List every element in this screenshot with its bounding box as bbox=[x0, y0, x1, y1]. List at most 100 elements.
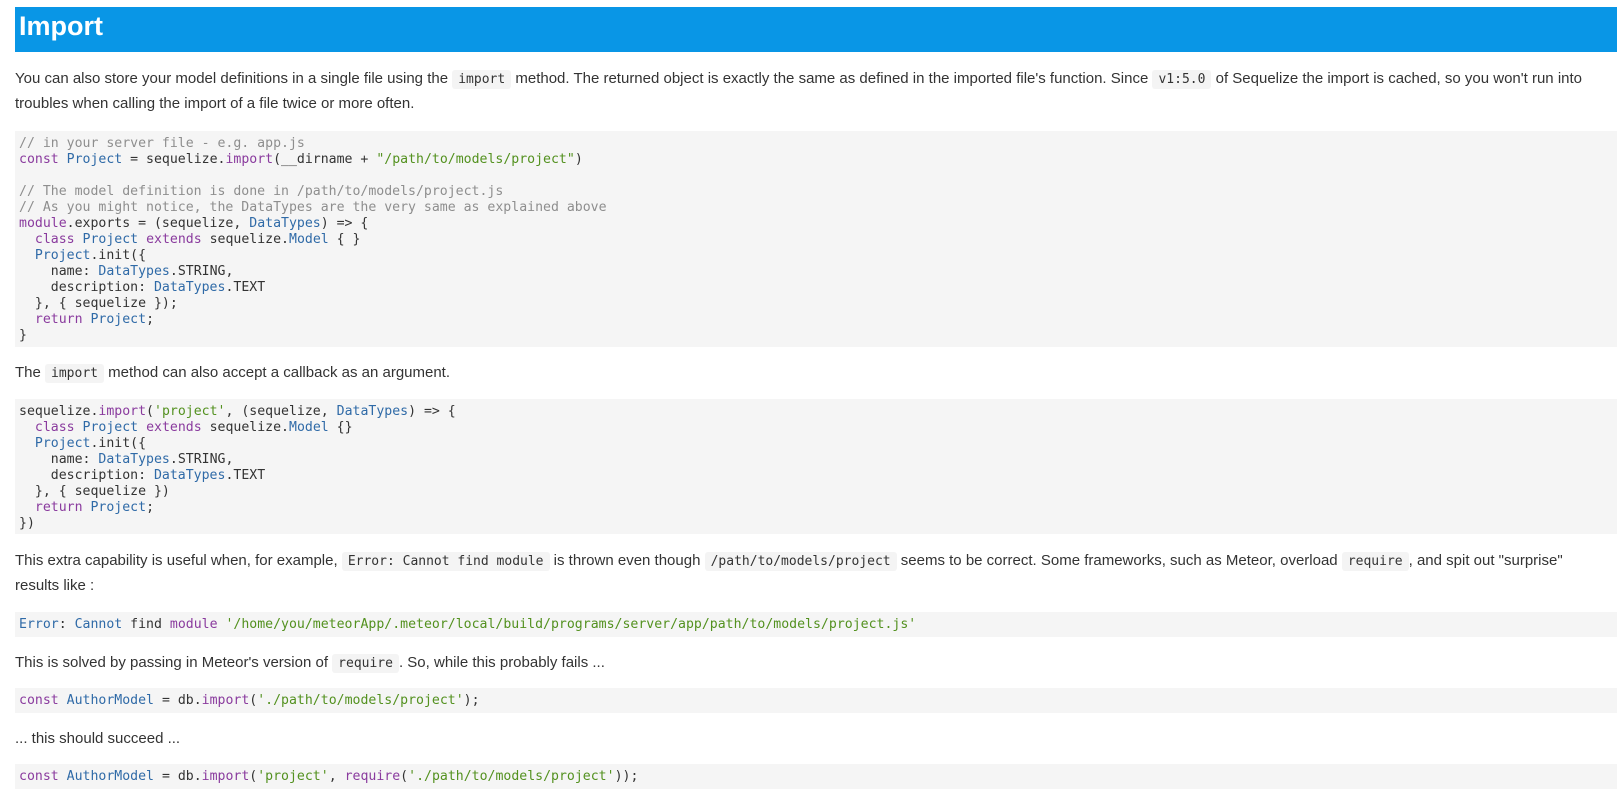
code-token: DataTypes bbox=[98, 264, 170, 279]
inline-code-import: import bbox=[45, 364, 104, 383]
code-token: return bbox=[34, 500, 83, 515]
text: method can also accept a callback as an … bbox=[103, 364, 451, 381]
code-token: (__dirname + bbox=[273, 152, 377, 167]
code-content: const AuthorModel = db.import('./path/to… bbox=[19, 693, 1613, 709]
code-token: ; bbox=[146, 500, 155, 515]
code-block-fails[interactable]: const AuthorModel = db.import('./path/to… bbox=[15, 688, 1617, 713]
code-token: extends bbox=[146, 232, 202, 247]
code-token: const bbox=[19, 769, 59, 784]
text: . So, while this probably fails ... bbox=[398, 654, 605, 671]
doc-page: Import You can also store your model def… bbox=[0, 0, 1618, 802]
inline-code-import: import bbox=[452, 70, 512, 89]
callback-paragraph: The import method can also accept a call… bbox=[15, 361, 1605, 386]
code-token: name: bbox=[50, 264, 99, 279]
code-token: extends bbox=[146, 420, 202, 435]
code-token: sequelize. bbox=[201, 232, 289, 247]
code-token: Project bbox=[90, 312, 147, 327]
inline-code-version: v1:5.0 bbox=[1152, 70, 1212, 89]
code-token: './path/to/models/project' bbox=[257, 693, 464, 708]
code-token: )); bbox=[614, 769, 639, 784]
code-token: name: bbox=[50, 452, 99, 467]
code-token: .TEXT bbox=[225, 468, 266, 483]
code-token: DataTypes bbox=[153, 468, 226, 483]
inline-code-require: require bbox=[1341, 552, 1409, 571]
code-token: .init({ bbox=[90, 248, 147, 263]
code-token: import bbox=[201, 693, 250, 708]
code-token: ); bbox=[463, 693, 480, 708]
code-token: "/path/to/models/project" bbox=[376, 152, 575, 167]
code-comment: // The model definition is done in /path… bbox=[19, 184, 504, 199]
code-token: require bbox=[344, 769, 401, 784]
text: This extra capability is useful when, fo… bbox=[15, 552, 342, 569]
code-token: = db. bbox=[154, 769, 202, 784]
code-token: Project bbox=[82, 420, 139, 435]
code-token: }) bbox=[19, 516, 35, 531]
text: This is solved by passing in Meteor's ve… bbox=[15, 654, 333, 671]
code-token: }, { sequelize }) bbox=[34, 484, 170, 499]
code-token: AuthorModel bbox=[66, 769, 154, 784]
code-token: const bbox=[19, 693, 59, 708]
code-token: AuthorModel bbox=[66, 693, 154, 708]
code-token: description: bbox=[50, 280, 154, 295]
code-token: '/home/you/meteorApp/.meteor/local/build… bbox=[225, 617, 917, 632]
code-comment: // As you might notice, the DataTypes ar… bbox=[19, 200, 607, 215]
code-token: DataTypes bbox=[153, 280, 226, 295]
code-token: './path/to/models/project' bbox=[408, 769, 615, 784]
capability-paragraph: This extra capability is useful when, fo… bbox=[15, 549, 1605, 598]
code-content: Error: Cannot find module '/home/you/met… bbox=[19, 617, 1613, 633]
code-block-callback[interactable]: sequelize.import('project', (sequelize, … bbox=[15, 399, 1617, 534]
succeed-paragraph: ... this should succeed ... bbox=[15, 727, 1605, 751]
code-token: class bbox=[34, 420, 75, 435]
code-token: module bbox=[169, 617, 218, 632]
code-token: .STRING, bbox=[169, 264, 234, 279]
inline-code-require: require bbox=[332, 654, 399, 673]
code-token: ) bbox=[574, 152, 583, 167]
text: method. The returned object is exactly t… bbox=[511, 70, 1153, 87]
code-block-succeed[interactable]: const AuthorModel = db.import ( 'project',… bbox=[15, 764, 1617, 789]
code-token: ) => { bbox=[320, 216, 369, 231]
code-comment: // in your server file - e.g. app.js bbox=[19, 136, 305, 151]
code-token: import bbox=[201, 769, 250, 784]
code-token: ( bbox=[400, 769, 409, 784]
code-token: .TEXT bbox=[225, 280, 266, 295]
code-block-error[interactable]: Error: Cannot find module '/home/you/met… bbox=[15, 612, 1617, 637]
code-token: {} bbox=[328, 420, 353, 435]
code-token: find bbox=[122, 617, 170, 632]
code-token: : bbox=[58, 617, 75, 632]
inline-code-path: /path/to/models/project bbox=[704, 552, 897, 571]
code-token: , bbox=[328, 769, 345, 784]
code-block-server-file[interactable]: // in your server file - e.g. app.js con… bbox=[15, 131, 1617, 347]
code-token: { } bbox=[328, 232, 361, 247]
code-token: const bbox=[19, 152, 59, 167]
code-token: .STRING, bbox=[169, 452, 234, 467]
text: ... this should succeed ... bbox=[15, 730, 181, 747]
text: The bbox=[15, 364, 46, 381]
code-token: .exports = (sequelize, bbox=[66, 216, 250, 231]
code-token: 'project' bbox=[257, 769, 329, 784]
code-token: Model bbox=[289, 420, 329, 435]
code-token: = db. bbox=[154, 693, 202, 708]
code-token: ( bbox=[146, 404, 154, 419]
code-content: const AuthorModel = db.import ( 'project',… bbox=[19, 769, 1613, 785]
code-token: return bbox=[34, 312, 83, 327]
text: You can also store your model definition… bbox=[15, 70, 453, 87]
code-token: Project bbox=[66, 152, 123, 167]
code-token: Project bbox=[90, 500, 147, 515]
code-token: sequelize. bbox=[201, 420, 289, 435]
code-content: sequelize.import('project', (sequelize, … bbox=[19, 404, 1613, 532]
code-token: Project bbox=[34, 436, 91, 451]
code-token: ) => { bbox=[408, 404, 456, 419]
code-token: Cannot bbox=[74, 617, 123, 632]
code-token: .init({ bbox=[90, 436, 147, 451]
code-token: import bbox=[98, 404, 147, 419]
code-token: , (sequelize, bbox=[225, 404, 337, 419]
code-token: 'project' bbox=[154, 404, 226, 419]
text: seems to be correct. Some frameworks, su… bbox=[896, 552, 1342, 569]
section-title: Import bbox=[19, 11, 103, 41]
code-token: DataTypes bbox=[98, 452, 170, 467]
code-token: DataTypes bbox=[336, 404, 409, 419]
code-token: import bbox=[225, 152, 274, 167]
code-token: DataTypes bbox=[249, 216, 321, 231]
code-token: sequelize. bbox=[19, 404, 99, 419]
code-token: description: bbox=[50, 468, 154, 483]
